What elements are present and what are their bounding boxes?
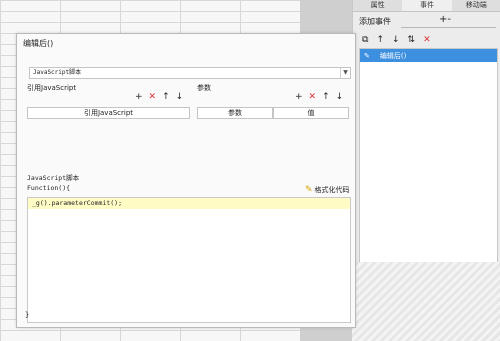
add-icon[interactable]: + — [295, 93, 303, 102]
arrow-down-icon[interactable]: ↓ — [176, 93, 184, 102]
format-code-button[interactable]: ✎ 格式化代码 — [305, 185, 350, 195]
tab-properties[interactable]: 属性 — [353, 0, 402, 11]
closing-brace: } — [25, 311, 30, 319]
dialog-title: 编辑后() — [23, 39, 54, 48]
script-type-select[interactable]: JavaScript脚本 ▼ — [29, 67, 351, 79]
add-event-button[interactable]: +- — [439, 14, 451, 25]
blurred-area — [352, 262, 500, 341]
event-list: ✎ 编辑后() — [359, 48, 498, 265]
arrow-up-icon[interactable]: ↑ — [162, 93, 170, 102]
panel-tabs: 属性 事件 移动端 — [353, 0, 500, 12]
event-toolbar: ⧉ ↑ ↓ ⇅ ✕ — [359, 34, 499, 46]
arrow-up-icon[interactable]: ↑ — [376, 34, 384, 46]
tab-events[interactable]: 事件 — [402, 0, 452, 11]
code-editor[interactable]: _g().parameterCommit(); — [27, 197, 351, 323]
close-icon[interactable]: ✕ — [423, 34, 431, 46]
move-icon[interactable]: ⇅ — [408, 34, 416, 46]
ref-js-toolbar: + ✕ ↑ ↓ — [135, 93, 183, 102]
arrow-up-icon[interactable]: ↑ — [322, 93, 330, 102]
function-signature: Function(){ — [27, 184, 71, 192]
tab-mobile[interactable]: 移动端 — [452, 0, 500, 11]
script-section-label: JavaScript脚本 — [27, 174, 80, 182]
code-line[interactable]: _g().parameterCommit(); — [28, 198, 350, 209]
add-icon[interactable]: + — [135, 93, 143, 102]
delete-icon[interactable]: ✕ — [149, 93, 157, 102]
value-column-header[interactable]: 值 — [273, 107, 349, 119]
ref-js-label: 引用JavaScript — [27, 84, 77, 92]
script-type-value: JavaScript脚本 — [33, 69, 82, 76]
ref-js-column-header[interactable]: 引用JavaScript — [27, 107, 190, 119]
arrow-down-icon[interactable]: ↓ — [336, 93, 344, 102]
event-item-label: 编辑后() — [379, 51, 407, 60]
format-icon: ✎ — [305, 185, 313, 195]
param-column-header[interactable]: 参数 — [197, 107, 273, 119]
pencil-icon: ✎ — [364, 51, 370, 60]
add-event-label: 添加事件 — [359, 17, 391, 26]
list-item[interactable]: ✎ 编辑后() — [360, 49, 497, 62]
copy-icon[interactable]: ⧉ — [362, 34, 368, 46]
params-toolbar: + ✕ ↑ ↓ — [295, 93, 343, 102]
arrow-down-icon[interactable]: ↓ — [392, 34, 400, 46]
edit-dialog: 编辑后() JavaScript脚本 ▼ 引用JavaScript 参数 + ✕… — [16, 33, 356, 328]
divider — [401, 27, 496, 28]
params-label: 参数 — [197, 84, 211, 92]
chevron-down-icon[interactable]: ▼ — [340, 68, 350, 78]
format-code-label: 格式化代码 — [314, 186, 350, 194]
delete-icon[interactable]: ✕ — [309, 93, 317, 102]
